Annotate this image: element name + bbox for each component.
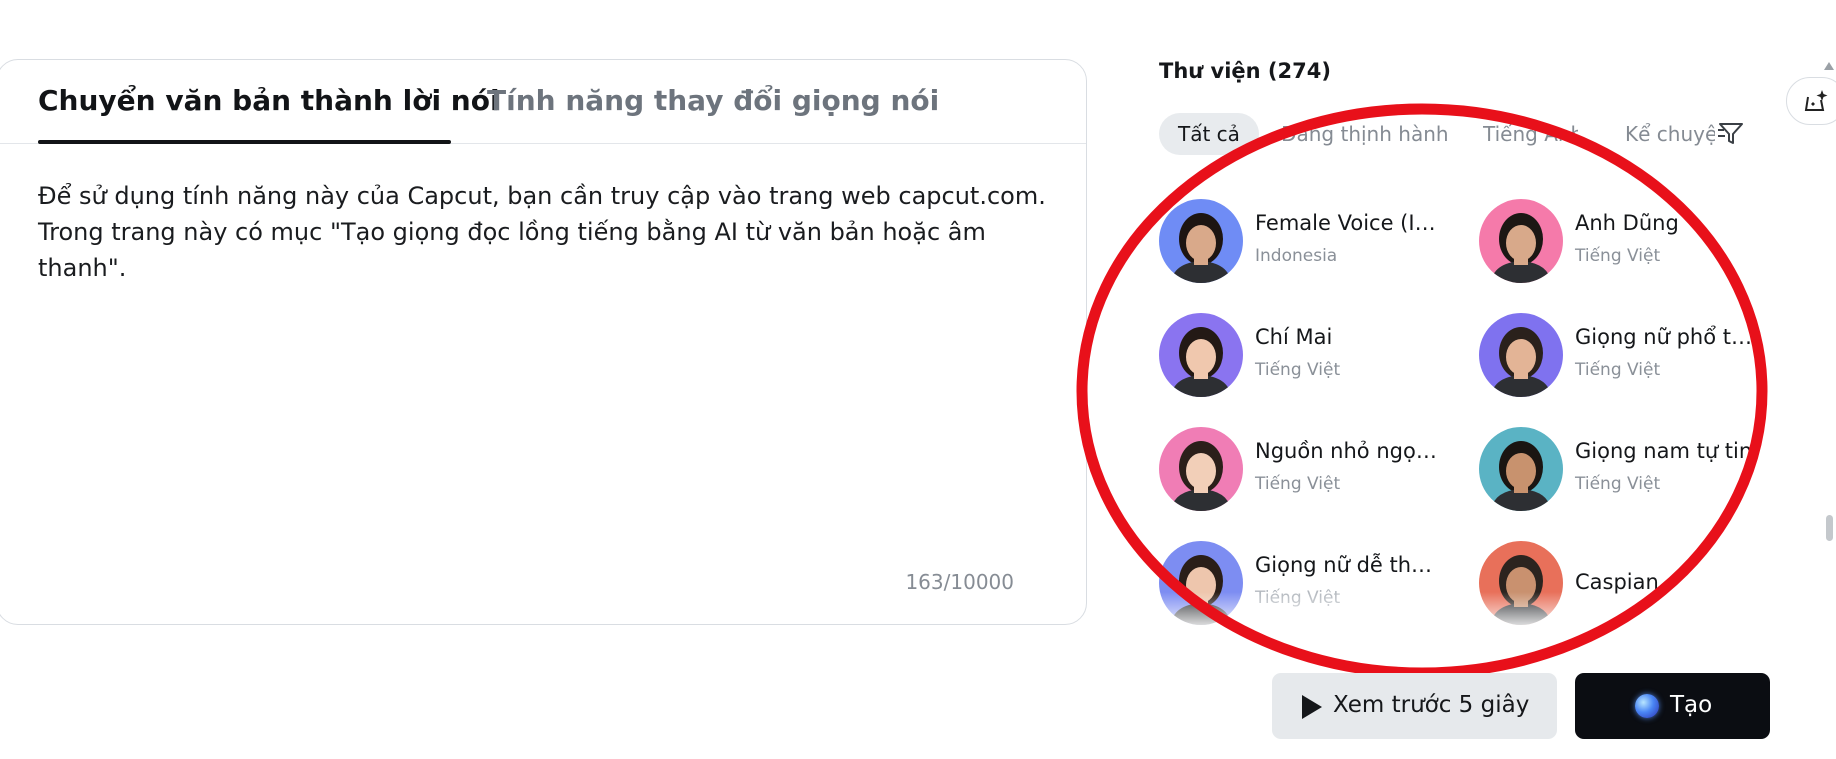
voice-language: Tiếng Việt — [1255, 588, 1341, 608]
voice-card[interactable]: Nguồn nhỏ ngọt ngào Tiếng Việt — [1159, 427, 1459, 517]
voice-language: Tiếng Việt — [1255, 360, 1341, 380]
sparkle-icon — [1804, 90, 1828, 111]
voice-name: Giọng nữ dễ thương — [1255, 553, 1445, 577]
voice-name: Giọng nữ phổ thông — [1575, 325, 1765, 349]
editor-tabs: Chuyển văn bản thành lời nói Tính năng t… — [0, 60, 1086, 144]
filter-chips: Tất cả Đang thịnh hành Tiếng Anh Kể chuy… — [1159, 113, 1739, 155]
voice-language: Tiếng Việt — [1255, 474, 1341, 494]
voice-name: Female Voice (Indonesia) — [1255, 211, 1445, 235]
voice-card[interactable]: Chí Mai Tiếng Việt — [1159, 313, 1459, 403]
tab-voice-changer[interactable]: Tính năng thay đổi giọng nói — [487, 84, 939, 117]
voice-language: Indonesia — [1255, 246, 1338, 266]
active-tab-indicator — [38, 140, 451, 144]
filter-chip-english[interactable]: Tiếng Anh — [1483, 113, 1578, 155]
voice-avatar — [1159, 541, 1243, 625]
voice-language: Tiếng Việt — [1575, 474, 1661, 494]
text-editor-card: Chuyển văn bản thành lời nói Tính năng t… — [0, 59, 1087, 625]
voice-name: Nguồn nhỏ ngọt ngào — [1255, 439, 1445, 463]
voice-avatar — [1159, 199, 1243, 283]
voice-avatar — [1159, 313, 1243, 397]
voice-avatar — [1479, 313, 1563, 397]
screen: Chuyển văn bản thành lời nói Tính năng t… — [0, 0, 1836, 759]
preview-button[interactable]: Xem trước 5 giây — [1272, 673, 1557, 739]
play-icon — [1302, 695, 1322, 719]
voice-avatar — [1479, 427, 1563, 511]
voice-language: Tiếng Việt — [1575, 360, 1661, 380]
ai-sparkle-button[interactable] — [1786, 77, 1836, 125]
voice-card[interactable]: Giọng nam tự tin Tiếng Việt — [1479, 427, 1779, 517]
preview-button-label: Xem trước 5 giây — [1333, 692, 1530, 718]
voice-name: Giọng nam tự tin — [1575, 439, 1753, 463]
filter-chip-all[interactable]: Tất cả — [1159, 113, 1259, 155]
voice-card[interactable]: Female Voice (Indonesia) Indonesia — [1159, 199, 1459, 289]
library-title: Thư viện (274) — [1159, 59, 1331, 83]
create-button-label: Tạo — [1670, 692, 1713, 718]
voice-name: Chí Mai — [1255, 325, 1333, 349]
create-button[interactable]: Tạo — [1575, 673, 1770, 739]
voice-card[interactable]: Anh Dũng Tiếng Việt — [1479, 199, 1779, 289]
scroll-up-arrow-icon[interactable] — [1824, 62, 1834, 70]
voice-avatar — [1159, 427, 1243, 511]
voice-name: Anh Dũng — [1575, 211, 1679, 235]
filter-chip-storytelling[interactable]: Kể chuyện — [1625, 113, 1715, 155]
voice-avatar — [1479, 199, 1563, 283]
voice-card[interactable]: Giọng nữ dễ thương Tiếng Việt — [1159, 541, 1459, 631]
tab-text-to-speech[interactable]: Chuyển văn bản thành lời nói — [38, 84, 500, 117]
voice-card[interactable]: Giọng nữ phổ thông Tiếng Việt — [1479, 313, 1779, 403]
character-count: 163/10000 — [905, 570, 1014, 594]
filter-chip-trending[interactable]: Đang thịnh hành — [1281, 113, 1449, 155]
voice-avatar — [1479, 541, 1563, 625]
ai-orb-icon — [1635, 694, 1659, 718]
scrollbar-thumb[interactable] — [1826, 515, 1833, 541]
text-input-area[interactable]: Để sử dụng tính năng này của Capcut, bạn… — [38, 178, 1048, 286]
filter-icon[interactable] — [1716, 118, 1746, 148]
voice-language: Tiếng Việt — [1575, 246, 1661, 266]
voice-card[interactable]: Caspian — [1479, 541, 1779, 631]
voice-name: Caspian — [1575, 570, 1659, 594]
